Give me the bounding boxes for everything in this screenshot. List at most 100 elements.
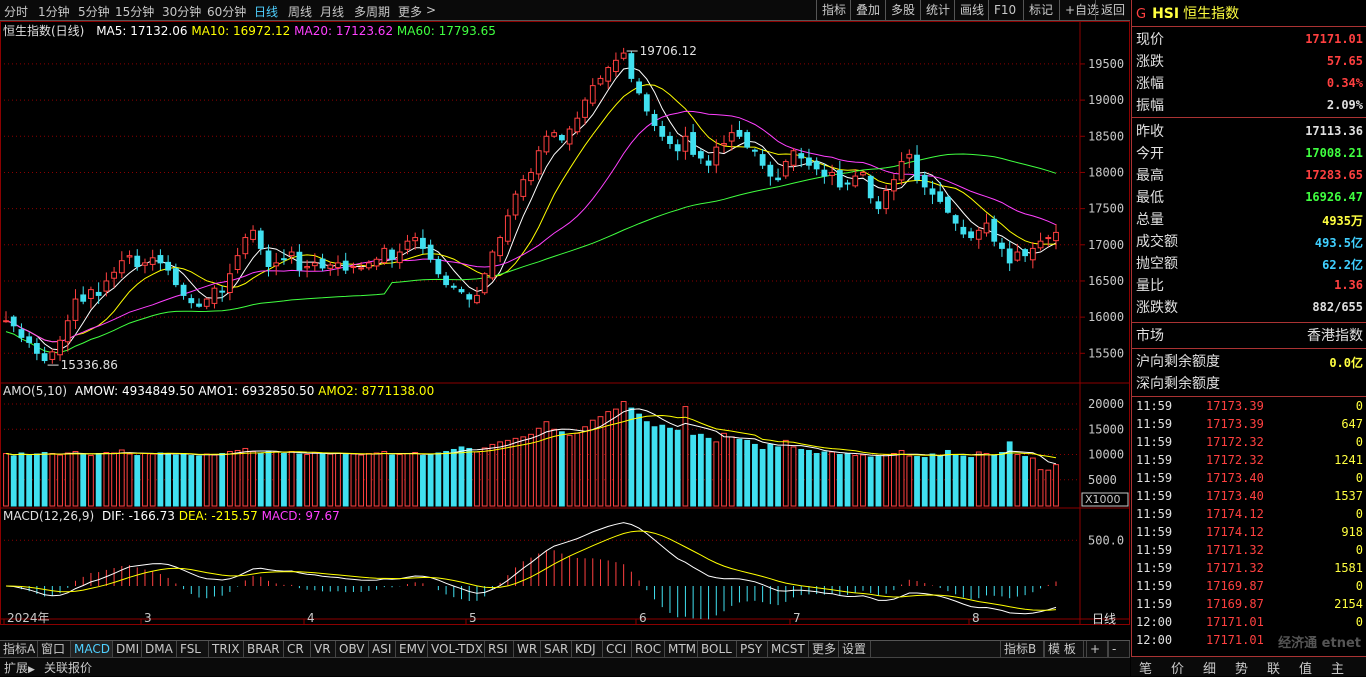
period-tab-3[interactable]: 15分钟: [115, 3, 154, 20]
indicator-tab-6[interactable]: TRIX: [209, 641, 244, 658]
toolbar-btn-7[interactable]: +自选: [1059, 0, 1099, 20]
quote-tab-2[interactable]: 细: [1203, 658, 1216, 677]
tick-time: 11:59: [1136, 597, 1173, 611]
indicator-tab-18[interactable]: CCI: [603, 641, 632, 658]
tick-list[interactable]: 11:59 17173.39 0 11:59 17173.39 647 11:59 17172…: [1132, 0, 1366, 656]
bottom-right-btn-1[interactable]: 模 板: [1044, 641, 1084, 658]
candle-body: [759, 154, 766, 166]
quote-tab-6[interactable]: 主: [1331, 658, 1344, 677]
indicator-tab-9[interactable]: VR: [311, 641, 336, 658]
indicator-tab-24[interactable]: 更多: [809, 641, 839, 658]
tick-price: 17174.12: [1206, 525, 1264, 539]
indicator-tab-8[interactable]: CR: [284, 641, 311, 658]
toolbar-btn-6[interactable]: 标记: [1023, 0, 1059, 20]
related-quote-button[interactable]: 关联报价: [44, 659, 92, 676]
candle-body: [829, 171, 835, 176]
candle: [721, 135, 727, 154]
indicator-tab-14[interactable]: RSI: [485, 641, 514, 658]
indicator-tab-5[interactable]: FSL: [177, 641, 209, 658]
period-tab-10[interactable]: 更多: [398, 3, 422, 20]
candle: [921, 171, 928, 195]
toolbar-btn-0[interactable]: 指标: [816, 0, 850, 20]
period-tab-1[interactable]: 1分钟: [38, 3, 70, 20]
bottom-right-btn-0[interactable]: 指标B: [1000, 641, 1044, 658]
toolbar-btn-5[interactable]: F10: [988, 0, 1023, 20]
amo-bar: [304, 454, 310, 507]
amo-bar: [250, 450, 256, 507]
tick-price: 17169.87: [1206, 579, 1264, 593]
amo-bar: [57, 454, 63, 507]
candle: [227, 263, 233, 301]
indicator-tab-20[interactable]: MTM: [665, 641, 698, 658]
quote-tab-1[interactable]: 价: [1171, 658, 1184, 677]
candle-body: [489, 251, 496, 279]
amo-bar: [844, 453, 851, 507]
period-tab-8[interactable]: 月线: [320, 3, 344, 20]
bottom-right-btn-3[interactable]: -: [1108, 641, 1130, 658]
indicator-tab-15[interactable]: WR: [514, 641, 541, 658]
indicator-tab-10[interactable]: OBV: [336, 641, 369, 658]
amo-bar: [636, 413, 642, 507]
period-tab-7[interactable]: 周线: [288, 3, 312, 20]
indicator-tab-11[interactable]: ASI: [369, 641, 396, 658]
indicator-tab-17[interactable]: KDJ: [572, 641, 603, 658]
amo-bar: [960, 455, 967, 507]
x-axis-period-label: 日线: [1092, 612, 1116, 625]
period-tab-0[interactable]: 分时: [4, 3, 28, 20]
tick-row: 11:59 17173.39 647: [1132, 417, 1366, 435]
candle-body: [57, 339, 63, 356]
candle-body: [497, 237, 504, 257]
kline-chart[interactable]: 19500 19000 18500 18000 17500 17000 16500 16000…: [0, 21, 1130, 625]
indicator-tab-12[interactable]: EMV: [396, 641, 428, 658]
bottom-right-btn-2[interactable]: +: [1086, 641, 1108, 658]
indicator-tab-7[interactable]: BRAR: [244, 641, 284, 658]
indicator-tab-23[interactable]: MCST: [768, 641, 809, 658]
indicator-tab-25[interactable]: 设置: [839, 641, 871, 658]
more-arrow-icon[interactable]: >: [426, 3, 436, 17]
indicator-tab-0[interactable]: 指标A: [0, 641, 38, 658]
expand-button[interactable]: 扩展▶: [4, 659, 35, 676]
indicator-tab-2[interactable]: MACD: [71, 641, 113, 658]
indicator-tab-19[interactable]: ROC: [632, 641, 665, 658]
period-tab-5[interactable]: 60分钟: [207, 3, 246, 20]
amo-bar: [242, 447, 249, 507]
toolbar-btn-1[interactable]: 叠加: [850, 0, 885, 20]
indicator-tab-4[interactable]: DMA: [142, 641, 177, 658]
toolbar-btn-2[interactable]: 多股: [885, 0, 920, 20]
amo-bar: [404, 453, 411, 507]
candle: [381, 244, 388, 266]
candle-body: [18, 329, 25, 338]
quote-tab-5[interactable]: 值: [1299, 658, 1312, 677]
period-tab-6[interactable]: 日线: [254, 3, 278, 20]
amo-bar: [219, 453, 226, 507]
candle: [929, 180, 936, 205]
toolbar-btn-3[interactable]: 统计: [920, 0, 954, 20]
amo-bar: [558, 431, 565, 507]
tick-row: 11:59 17172.32 0: [1132, 435, 1366, 453]
indicator-tab-1[interactable]: 窗口: [38, 641, 71, 658]
toolbar-btn-4[interactable]: 画线: [954, 0, 988, 20]
period-tab-9[interactable]: 多周期: [354, 3, 390, 20]
amo-bar: [142, 453, 148, 507]
indicator-tab-16[interactable]: SAR: [541, 641, 572, 658]
candle-body: [420, 237, 426, 249]
quote-tab-4[interactable]: 联: [1267, 658, 1280, 677]
candle-body: [906, 153, 913, 159]
tick-row: 11:59 17171.32 1581: [1132, 561, 1366, 579]
indicator-tab-22[interactable]: PSY: [737, 641, 768, 658]
quote-tab-0[interactable]: 笔: [1139, 658, 1152, 677]
candle: [767, 161, 774, 186]
indicator-tab-3[interactable]: DMI: [113, 641, 142, 658]
candle: [412, 232, 419, 250]
toolbar-btn-8[interactable]: 返回: [1095, 0, 1130, 20]
indicator-tab-13[interactable]: VOL-TDX: [428, 641, 485, 658]
candle: [288, 246, 295, 264]
quote-tab-3[interactable]: 势: [1235, 658, 1248, 677]
indicator-tab-21[interactable]: BOLL: [698, 641, 737, 658]
candle-body: [157, 255, 164, 264]
period-tab-4[interactable]: 30分钟: [162, 3, 201, 20]
amo-bar: [18, 452, 25, 507]
candle-body: [250, 229, 256, 240]
tick-time: 11:59: [1136, 471, 1173, 485]
period-tab-2[interactable]: 5分钟: [78, 3, 110, 20]
